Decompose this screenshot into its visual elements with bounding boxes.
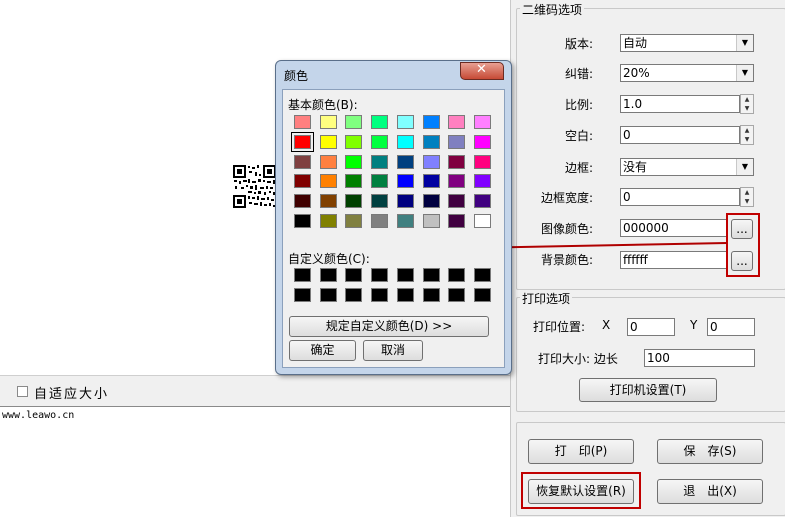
custom-color-swatch[interactable] (345, 288, 363, 302)
close-button[interactable]: ✕ (460, 62, 504, 80)
content-textarea[interactable]: www.leawo.cn (0, 406, 510, 517)
close-icon[interactable]: ✕ (476, 62, 487, 77)
custom-color-swatch[interactable] (396, 288, 414, 302)
print-options-title: 打印选项 (520, 290, 573, 307)
auto-size-label: 自适应大小 (34, 387, 110, 402)
custom-color-swatch[interactable] (473, 268, 491, 282)
scale-label: 比例: (564, 98, 593, 112)
custom-color-swatch[interactable] (371, 268, 389, 282)
image-color-browse-button[interactable]: ... (731, 219, 753, 239)
ok-button[interactable]: 确定 (289, 340, 356, 361)
version-label: 版本: (564, 37, 593, 51)
ecc-label: 纠错: (564, 67, 593, 81)
margin-label: 空白: (564, 129, 593, 143)
print-size-label: 打印大小: 边长 (538, 352, 618, 366)
y-label: Y (690, 318, 698, 332)
cancel-button[interactable]: 取消 (363, 340, 423, 361)
border-value: 没有 (623, 160, 648, 174)
right-panel: 二维码选项 版本: 自动 ▼ 纠错: 20% ▼ 比例: 1.0 ▲ ▼ 空白: … (510, 0, 785, 517)
auto-size-checkbox[interactable] (17, 386, 28, 397)
border-label: 边框: (564, 161, 593, 175)
border-width-label: 边框宽度: (540, 191, 593, 205)
custom-colors-grid (283, 90, 504, 310)
custom-color-swatch[interactable] (448, 288, 466, 302)
custom-color-swatch[interactable] (422, 288, 440, 302)
options-bar: 自适应大小 (0, 375, 510, 406)
save-button[interactable]: 保 存(S) (657, 439, 763, 464)
dialog-body: 基本颜色(B): 自定义颜色(C): 规定自定义颜色(D) >> 确定 取消 (282, 89, 505, 368)
restore-defaults-button[interactable]: 恢复默认设置(R) (528, 479, 634, 504)
define-custom-colors-button[interactable]: 规定自定义颜色(D) >> (289, 316, 489, 337)
qr-code-image (233, 165, 276, 208)
color-dialog: 颜色 ✕ 基本颜色(B): 自定义颜色(C): 规定自定义颜色(D) >> 确定… (275, 60, 512, 375)
ecc-select[interactable]: 20% ▼ (620, 64, 754, 82)
print-position-label: 打印位置: (533, 320, 586, 334)
print-y-input[interactable]: 0 (707, 318, 755, 336)
qr-options-title: 二维码选项 (520, 1, 585, 18)
version-select[interactable]: 自动 ▼ (620, 34, 754, 52)
border-width-spinner[interactable]: ▲ ▼ (740, 187, 754, 207)
border-width-input[interactable]: 0 (620, 188, 740, 206)
border-select[interactable]: 没有 ▼ (620, 158, 754, 176)
print-button[interactable]: 打 印(P) (528, 439, 634, 464)
version-value: 自动 (623, 36, 648, 50)
print-x-input[interactable]: 0 (627, 318, 675, 336)
custom-color-swatch[interactable] (396, 268, 414, 282)
printer-settings-button[interactable]: 打印机设置(T) (579, 378, 717, 402)
chevron-down-icon[interactable]: ▼ (736, 65, 753, 81)
ecc-value: 20% (623, 66, 650, 80)
custom-color-swatch[interactable] (345, 268, 363, 282)
custom-color-swatch[interactable] (422, 268, 440, 282)
custom-color-swatch[interactable] (319, 288, 337, 302)
scale-spinner[interactable]: ▲ ▼ (740, 94, 754, 114)
custom-color-swatch[interactable] (371, 288, 389, 302)
custom-color-swatch[interactable] (473, 288, 491, 302)
custom-color-swatch[interactable] (448, 268, 466, 282)
chevron-down-icon[interactable]: ▼ (736, 35, 753, 51)
exit-button[interactable]: 退 出(X) (657, 479, 763, 504)
custom-color-swatch[interactable] (294, 288, 311, 302)
x-label: X (602, 318, 611, 332)
bg-color-browse-button[interactable]: ... (731, 251, 753, 271)
content-text: www.leawo.cn (2, 410, 75, 421)
custom-color-swatch[interactable] (319, 268, 337, 282)
print-size-input[interactable]: 100 (644, 349, 755, 367)
dialog-title: 颜色 (284, 69, 309, 83)
margin-spinner[interactable]: ▲ ▼ (740, 125, 754, 145)
scale-input[interactable]: 1.0 (620, 95, 740, 113)
custom-color-swatch[interactable] (294, 268, 311, 282)
chevron-down-icon[interactable]: ▼ (736, 159, 753, 175)
margin-input[interactable]: 0 (620, 126, 740, 144)
